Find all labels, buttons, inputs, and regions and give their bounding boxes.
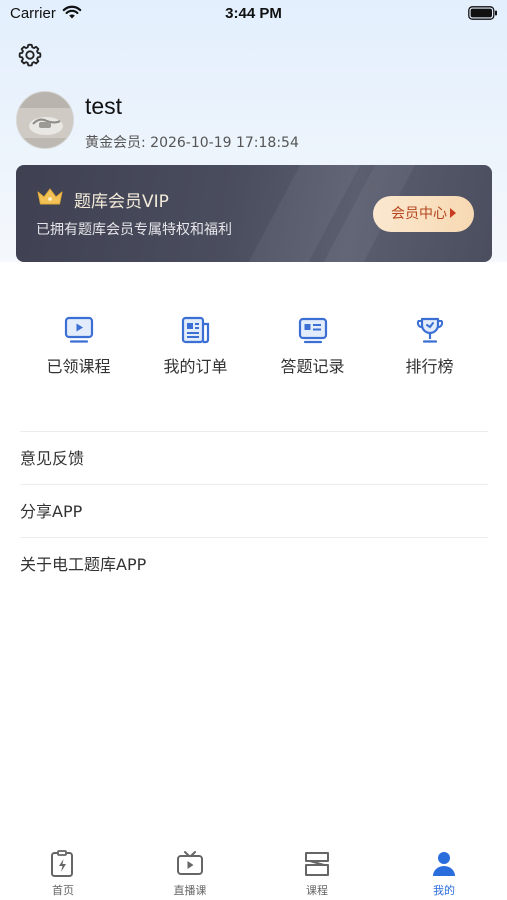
- status-bar: Carrier 3:44 PM: [0, 0, 507, 28]
- vip-description: 已拥有题库会员专属特权和福利: [36, 222, 232, 238]
- battery-icon: [468, 6, 498, 24]
- gear-icon: [18, 43, 42, 67]
- tab-live-courses[interactable]: 直播课: [127, 850, 253, 898]
- courses-icon: [305, 852, 329, 876]
- answer-record-icon: [298, 317, 327, 344]
- menu-item-share-app[interactable]: 分享APP: [20, 484, 488, 537]
- tab-label: 直播课: [173, 884, 207, 897]
- username: test: [85, 93, 123, 119]
- tab-label: 课程: [306, 884, 328, 897]
- quick-action-label: 已领课程: [46, 357, 111, 376]
- tab-label: 我的: [433, 884, 455, 897]
- quick-action-leaderboard[interactable]: 排行榜: [371, 312, 488, 377]
- crown-icon: [37, 188, 63, 205]
- quick-action-answer-records[interactable]: 答题记录: [254, 312, 371, 377]
- trophy-icon: [416, 317, 443, 343]
- order-document-icon: [181, 316, 209, 344]
- membership-expiry: 黄金会员: 2026-10-19 17:18:54: [85, 135, 299, 151]
- menu-item-feedback[interactable]: 意见反馈: [20, 431, 488, 484]
- caret-right-icon: [450, 208, 456, 218]
- settings-button[interactable]: [17, 42, 43, 68]
- tab-courses[interactable]: 课程: [254, 850, 380, 898]
- vip-card[interactable]: 题库会员VIP 已拥有题库会员专属特权和福利 会员中心: [16, 165, 492, 262]
- quick-action-label: 答题记录: [280, 357, 345, 376]
- tab-label: 首页: [52, 884, 74, 897]
- profile-icon: [433, 852, 455, 876]
- play-video-icon: [64, 316, 93, 343]
- tab-bar: 首页 直播课 课程 我的: [0, 838, 507, 900]
- member-center-button[interactable]: 会员中心: [373, 196, 474, 232]
- quick-action-label: 我的订单: [163, 357, 228, 376]
- tab-home[interactable]: 首页: [0, 850, 126, 898]
- settings-menu: 意见反馈 分享APP 关于电工题库APP: [20, 431, 488, 590]
- menu-item-about[interactable]: 关于电工题库APP: [20, 537, 488, 590]
- vip-title: 题库会员VIP: [74, 192, 169, 212]
- tab-mine[interactable]: 我的: [381, 850, 507, 898]
- live-tv-icon: [177, 851, 203, 875]
- quick-action-claimed-courses[interactable]: 已领课程: [20, 312, 137, 377]
- quick-action-my-orders[interactable]: 我的订单: [137, 312, 254, 377]
- status-time: 3:44 PM: [225, 5, 282, 22]
- avatar[interactable]: [16, 91, 74, 149]
- quick-action-label: 排行榜: [405, 357, 454, 376]
- quick-actions: 已领课程 我的订单 答题记录 排行榜: [0, 312, 507, 392]
- home-lightning-icon: [51, 850, 73, 877]
- member-center-label: 会员中心: [391, 206, 447, 222]
